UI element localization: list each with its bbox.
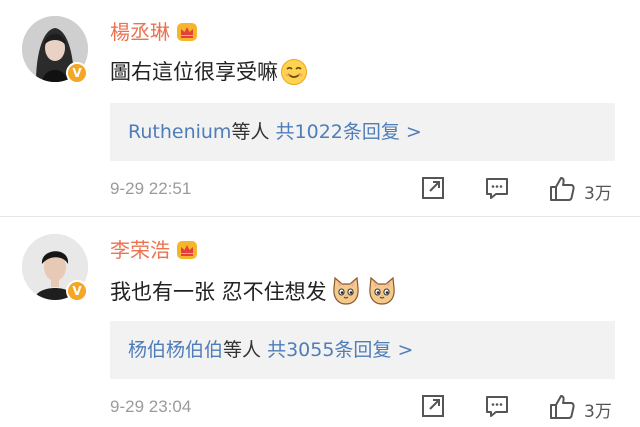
comment-icon[interactable] — [484, 393, 510, 423]
share-icon[interactable] — [420, 175, 446, 205]
cat-emoji-icon — [331, 276, 361, 313]
reply-users[interactable]: Ruthenium — [128, 121, 231, 143]
crown-icon — [176, 240, 198, 265]
like-count: 3万 — [584, 402, 612, 422]
verified-badge-icon: V — [66, 280, 88, 302]
comment-meta: 9-29 22:51 3万 — [0, 175, 640, 205]
cat-emoji-icon — [367, 276, 397, 313]
comment-text-label: 我也有一张 忍不住想发 — [110, 280, 327, 304]
smile-emoji-icon — [280, 58, 308, 93]
reply-count-link[interactable]: 共1022条回复 > — [276, 121, 422, 143]
comment-text: 圖右這位很享受嘛 — [110, 58, 308, 93]
thumbs-up-icon[interactable] — [548, 393, 576, 425]
username-label: 楊丞琳 — [110, 20, 170, 44]
divider — [0, 216, 640, 217]
timestamp: 9-29 23:04 — [110, 397, 192, 416]
like-count: 3万 — [584, 184, 612, 204]
reply-summary[interactable]: 杨伯杨伯伯等人 共3055条回复 > — [110, 321, 615, 379]
username-label: 李荣浩 — [110, 238, 170, 262]
reply-suffix: 等人 — [223, 339, 262, 361]
thumbs-up-icon[interactable] — [548, 175, 576, 207]
share-icon[interactable] — [420, 393, 446, 423]
comment-text-label: 圖右這位很享受嘛 — [110, 60, 278, 84]
reply-users[interactable]: 杨伯杨伯伯 — [128, 339, 223, 361]
comment-meta: 9-29 23:04 3万 — [0, 393, 640, 423]
comment-icon[interactable] — [484, 175, 510, 205]
username[interactable]: 楊丞琳 — [110, 20, 198, 47]
verified-badge-icon: V — [66, 62, 88, 84]
reply-count-link[interactable]: 共3055条回复 > — [267, 339, 413, 361]
timestamp: 9-29 22:51 — [110, 179, 192, 198]
reply-summary-text: 杨伯杨伯伯等人 共3055条回复 > — [128, 336, 413, 364]
reply-summary[interactable]: Ruthenium等人 共1022条回复 > — [110, 103, 615, 161]
crown-icon — [176, 22, 198, 47]
comment-text: 我也有一张 忍不住想发 — [110, 276, 397, 313]
reply-suffix: 等人 — [231, 121, 270, 143]
username[interactable]: 李荣浩 — [110, 238, 198, 265]
reply-summary-text: Ruthenium等人 共1022条回复 > — [128, 118, 422, 146]
